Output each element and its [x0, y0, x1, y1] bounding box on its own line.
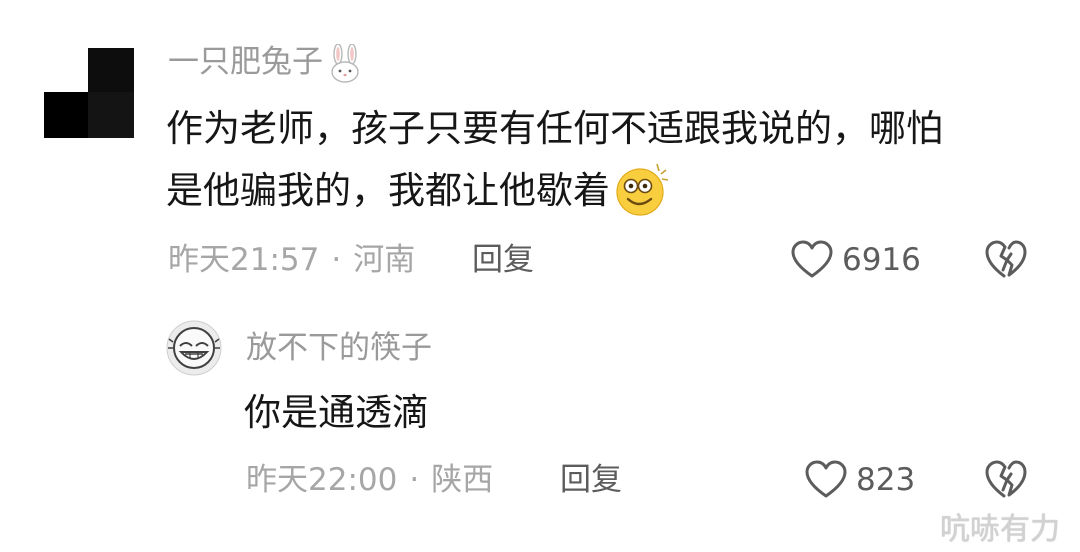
comment-thread: 一只肥兔子 作为老师，孩子只要有任何不适跟我说的，哪怕 是他骗我的，我都让他歇着… — [0, 0, 1080, 552]
reply-button[interactable]: 回复 — [472, 240, 534, 280]
comment-location: 河南 — [353, 242, 416, 278]
broken-heart-icon[interactable] — [984, 238, 1028, 282]
reply-username[interactable]: 放不下的筷子 — [246, 328, 432, 368]
rabbit-emoji-icon — [331, 43, 359, 83]
comment-username[interactable]: 一只肥兔子 — [168, 42, 363, 84]
avatar-block — [88, 92, 134, 138]
reply-button[interactable]: 回复 — [560, 460, 622, 500]
like-button[interactable]: 823 — [804, 458, 915, 502]
avatar-censored[interactable] — [44, 44, 134, 138]
comment-text-line: 作为老师，孩子只要有任何不适跟我说的，哪怕 — [166, 107, 943, 150]
avatar[interactable] — [166, 320, 222, 376]
avatar-block — [44, 92, 90, 138]
comment-text-content: 是他骗我的，我都让他歇着 — [166, 169, 610, 212]
watermark: 吭哧有力 — [940, 512, 1060, 547]
comment-time: 昨天21:57 — [168, 242, 320, 278]
like-count: 6916 — [842, 242, 921, 278]
reply-location: 陕西 — [431, 462, 494, 498]
meta-separator: · — [331, 242, 342, 278]
like-button[interactable]: 6916 — [790, 238, 921, 282]
meta-separator: · — [409, 462, 420, 498]
reply-text: 你是通透滴 — [244, 391, 429, 434]
heart-outline-icon — [805, 460, 847, 498]
comment-text-line: 是他骗我的，我都让他歇着 — [166, 160, 670, 222]
smiling-dizzy-emoji-icon — [616, 163, 669, 216]
broken-heart-icon[interactable] — [984, 458, 1028, 502]
avatar-block — [88, 48, 134, 94]
reply-time: 昨天22:00 — [246, 462, 398, 498]
heart-outline-icon — [791, 240, 833, 278]
comment-meta: 昨天21:57 · 河南 — [168, 240, 415, 280]
username-text: 一只肥兔子 — [168, 44, 323, 80]
reply-meta: 昨天22:00 · 陕西 — [246, 460, 493, 500]
like-count: 823 — [856, 462, 916, 498]
